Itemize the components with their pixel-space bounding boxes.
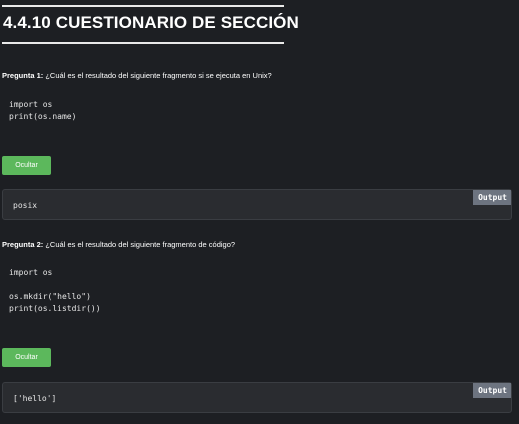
question-1-code: import os print(os.name) [9,100,77,121]
title-bottom-rule [2,42,284,44]
page-title: 4.4.10 CUESTIONARIO DE SECCIÓN [3,13,299,32]
question-1-output-tag: Output [473,190,511,205]
question-1-output-text: posix [13,201,38,210]
question-1-output-box: Output posix [2,189,512,220]
question-2-output-tag: Output [473,383,511,398]
question-2-label: Pregunta 2: [2,240,44,249]
question-2-output-text: ['hello'] [13,394,57,403]
question-2-hide-button[interactable]: Ocultar [2,348,51,367]
question-2-text: ¿Cuál es el resultado del siguiente frag… [43,240,236,249]
question-1-hide-button[interactable]: Ocultar [2,156,51,175]
question-1-prompt: Pregunta 1: ¿Cuál es el resultado del si… [2,71,272,80]
title-top-rule [2,5,284,7]
question-2-prompt: Pregunta 2: ¿Cuál es el resultado del si… [2,240,235,249]
question-1-text: ¿Cuál es el resultado del siguiente frag… [43,71,272,80]
question-2-code: import os os.mkdir("hello") print(os.lis… [9,268,101,313]
question-2-output-box: Output ['hello'] [2,382,512,413]
question-1-label: Pregunta 1: [2,71,44,80]
